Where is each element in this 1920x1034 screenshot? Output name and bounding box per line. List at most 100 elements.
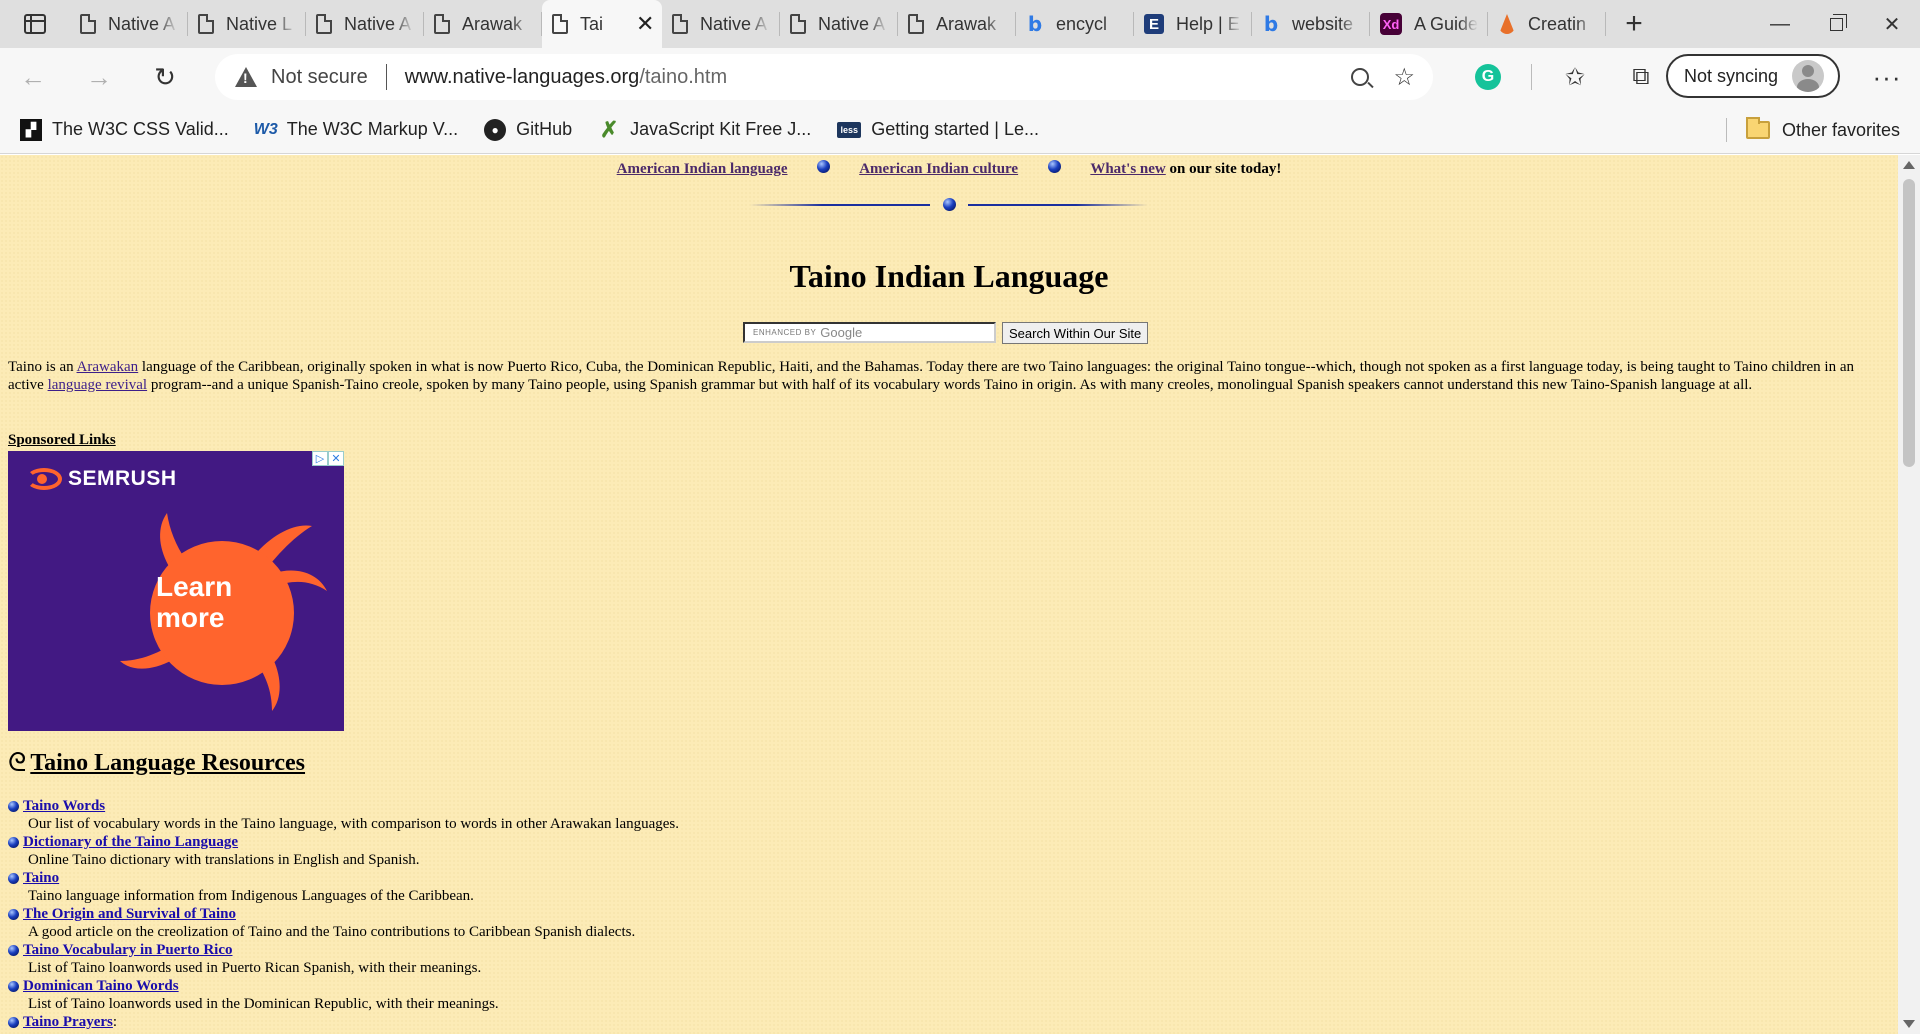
resource-link[interactable]: Taino Vocabulary in Puerto Rico <box>23 941 232 959</box>
close-window-button[interactable]: ✕ <box>1864 0 1920 48</box>
favorite-github[interactable]: ● GitHub <box>484 118 573 141</box>
tab[interactable]: Native A <box>780 0 898 48</box>
resource-link[interactable]: The Origin and Survival of Taino <box>23 905 236 923</box>
scrollbar-thumb[interactable] <box>1903 179 1915 467</box>
resource-link[interactable]: Taino Words <box>23 797 105 815</box>
ad-cta-line: more <box>156 602 225 633</box>
document-icon <box>316 14 332 34</box>
favorites-button[interactable]: ✩ <box>1542 48 1608 106</box>
ad-choices[interactable]: ▷ ✕ <box>312 451 344 466</box>
decorative-divider <box>750 198 1148 212</box>
list-item: Dictionary of the Taino Language Online T… <box>8 833 1208 869</box>
toolbar-separator <box>1531 64 1532 90</box>
other-favorites-button[interactable]: Other favorites <box>1746 106 1900 154</box>
minimize-button[interactable]: — <box>1752 0 1808 48</box>
github-icon: ● <box>484 118 507 141</box>
scroll-down-icon[interactable] <box>1903 1020 1915 1028</box>
resource-description: A good article on the creolization of Ta… <box>28 924 636 940</box>
favorite-less[interactable]: less Getting started | Le... <box>837 119 1039 140</box>
tab[interactable]: Xd A Guide <box>1370 0 1488 48</box>
add-favorite-icon[interactable]: ☆ <box>1393 63 1415 92</box>
warning-icon <box>235 67 257 87</box>
profile-button[interactable]: Not syncing <box>1666 54 1840 98</box>
favorite-label: JavaScript Kit Free J... <box>630 119 812 139</box>
resources-heading: ᘓ Taino Language Resources <box>8 748 305 779</box>
tab[interactable]: Arawak <box>898 0 1016 48</box>
nav-link-whats-new[interactable]: What's new <box>1090 161 1165 177</box>
tab[interactable]: Native A <box>662 0 780 48</box>
tab-label: Creatin <box>1528 13 1587 34</box>
zoom-out-icon[interactable] <box>1351 68 1370 86</box>
search-input[interactable]: ENHANCED BY Google <box>743 322 996 343</box>
resource-description: List of Taino loanwords used in the Domi… <box>28 996 499 1012</box>
adchoices-icon[interactable]: ▷ <box>312 451 328 466</box>
less-icon: less <box>837 121 862 138</box>
semrush-logo-icon <box>26 468 62 490</box>
tab[interactable]: Native L <box>188 0 306 48</box>
close-tab-icon[interactable]: ✕ <box>636 11 654 37</box>
intro-text: program--and a unique Spanish-Taino creo… <box>147 377 1753 393</box>
url-text[interactable]: www.native-languages.org/taino.htm <box>405 66 727 89</box>
settings-more-button[interactable]: ··· <box>1862 48 1912 106</box>
close-ad-icon[interactable]: ✕ <box>328 451 344 466</box>
list-item: Dominican Taino Words List of Taino loanw… <box>8 977 1208 1013</box>
list-item: Taino Vocabulary in Puerto Rico List of T… <box>8 941 1208 977</box>
w3-icon: W3 <box>253 120 278 138</box>
document-icon <box>198 14 214 34</box>
tab[interactable]: Native A <box>306 0 424 48</box>
tab-label: Arawak <box>936 13 997 34</box>
maximize-button[interactable] <box>1808 0 1864 48</box>
bullet-ball-icon <box>8 944 19 956</box>
favorite-w3c-css[interactable]: ▞ The W3C CSS Valid... <box>20 118 229 141</box>
semrush-ad[interactable]: ▷ ✕ SEMRUSH Learn more <box>8 451 344 731</box>
grammarly-extension-button[interactable]: G <box>1455 48 1521 106</box>
resource-link[interactable]: Taino <box>23 869 59 887</box>
nav-link-language[interactable]: American Indian language <box>617 161 788 177</box>
document-icon <box>552 14 568 34</box>
collections-button[interactable]: ⧉ <box>1608 48 1674 106</box>
restore-icon <box>1829 13 1847 31</box>
resources-heading-text: Taino Language Resources <box>30 750 306 776</box>
flame-icon <box>1498 13 1516 35</box>
tab-active[interactable]: Tai ✕ <box>542 0 662 48</box>
back-button[interactable]: ← <box>0 48 66 106</box>
favorite-jskit[interactable]: ✗ JavaScript Kit Free J... <box>598 117 812 142</box>
folder-icon <box>1746 117 1770 139</box>
page-scrollbar[interactable] <box>1898 155 1920 1034</box>
tab[interactable]: Arawak <box>424 0 542 48</box>
tab-actions-button[interactable] <box>0 0 70 48</box>
new-tab-button[interactable]: + <box>1606 0 1662 48</box>
divider-line <box>750 204 930 206</box>
favorite-w3c-markup[interactable]: W3 The W3C Markup V... <box>253 119 458 141</box>
ad-brand-label: SEMRUSH <box>68 467 177 490</box>
refresh-button[interactable]: ↻ <box>132 48 198 106</box>
list-item: The Origin and Survival of Taino A good a… <box>8 905 1208 941</box>
bullet-ball-icon <box>817 160 831 174</box>
forward-button[interactable]: → <box>66 48 132 106</box>
ad-cta-line: Learn <box>156 571 233 602</box>
scroll-up-icon[interactable] <box>1903 161 1915 169</box>
list-item: Taino Words Our list of vocabulary words … <box>8 797 1208 833</box>
nav-link-culture[interactable]: American Indian culture <box>859 161 1018 177</box>
resource-link[interactable]: Taino Prayers <box>23 1013 113 1031</box>
ad-cta[interactable]: Learn more <box>156 571 232 633</box>
document-icon <box>908 14 924 34</box>
tab-label: Help | E <box>1176 13 1240 34</box>
tab[interactable]: b encycl <box>1016 0 1134 48</box>
nav-suffix: on our site today! <box>1165 161 1282 177</box>
resource-link[interactable]: Dictionary of the Taino Language <box>23 833 238 851</box>
favorite-label: GitHub <box>516 119 573 139</box>
resource-link[interactable]: Dominican Taino Words <box>23 977 179 995</box>
document-icon <box>434 14 450 34</box>
resource-description: List of Taino loanwords used in Puerto R… <box>28 960 482 976</box>
tab[interactable]: Creatin <box>1488 0 1606 48</box>
security-label[interactable]: Not secure <box>271 66 368 89</box>
tab[interactable]: Native A <box>70 0 188 48</box>
bullet-ball-icon <box>8 800 19 812</box>
tab[interactable]: b website <box>1252 0 1370 48</box>
address-bar[interactable]: Not secure www.native-languages.org/tain… <box>215 54 1433 100</box>
arawakan-link[interactable]: Arawakan <box>77 359 139 375</box>
search-button[interactable]: Search Within Our Site <box>1002 322 1149 344</box>
language-revival-link[interactable]: language revival <box>48 377 148 393</box>
tab[interactable]: E Help | E <box>1134 0 1252 48</box>
